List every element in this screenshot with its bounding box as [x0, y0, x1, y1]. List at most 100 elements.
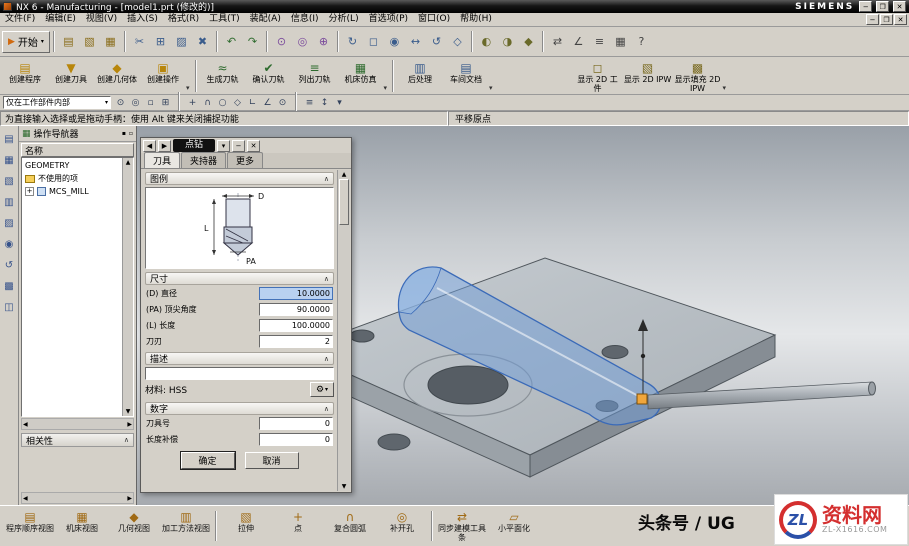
tree-row-geometry[interactable]: GEOMETRY	[22, 159, 122, 172]
select-face-icon[interactable]: ◎	[128, 96, 143, 110]
menu-item[interactable]: 插入(S)	[122, 13, 163, 26]
point-button[interactable]: + 点	[272, 509, 324, 533]
wireframe-display-icon[interactable]: ◆	[518, 31, 539, 52]
menu-item[interactable]: 分析(L)	[324, 13, 364, 26]
paste-icon[interactable]: ▨	[171, 31, 192, 52]
undock-icon[interactable]: ▫	[129, 130, 133, 137]
arrow-midpoint-dot[interactable]	[641, 354, 645, 358]
snap-corner-icon[interactable]: ∟	[245, 96, 260, 110]
collapse-icon[interactable]: ∧	[324, 275, 329, 283]
numbers-section-header[interactable]: 数字 ∧	[145, 402, 334, 415]
redo-icon[interactable]: ↷	[242, 31, 263, 52]
snap-quadrant-icon[interactable]: ◇	[230, 96, 245, 110]
dependencies-scrollbar[interactable]: ◀ ▶	[21, 492, 134, 504]
tree-vertical-scrollbar[interactable]: ▲ ▼	[122, 158, 133, 416]
refresh-icon[interactable]: ↻	[342, 31, 363, 52]
tab-tool[interactable]: 刀具	[144, 152, 180, 168]
dialog-back-icon[interactable]: ◀	[143, 140, 156, 152]
class-selection-icon[interactable]: ◎	[292, 31, 313, 52]
part-navigator-icon[interactable]: ▧	[2, 174, 17, 188]
collapse-icon[interactable]: ∧	[324, 355, 329, 363]
generate-toolpath-button[interactable]: ≈ 生成刀轨	[200, 58, 246, 94]
description-section-header[interactable]: 描述 ∧	[145, 352, 334, 365]
legend-section-header[interactable]: 图例 ∧	[145, 172, 334, 185]
sync-modeling-toolbar-button[interactable]: ⇄ 同步建模工具条	[436, 509, 488, 542]
expand-plus-icon[interactable]: +	[25, 187, 34, 196]
toolbar-options-icon[interactable]: ▾	[723, 84, 729, 94]
drag-handle-orange[interactable]	[637, 394, 647, 404]
plate-hole[interactable]	[602, 346, 628, 359]
scroll-left-icon[interactable]: ◀	[23, 495, 28, 502]
collapse-icon[interactable]: ∧	[324, 175, 329, 183]
pin-icon[interactable]: ▪	[122, 130, 126, 137]
show-filled-2d-ipw-button[interactable]: ▩ 显示填充 2D IPW	[673, 58, 723, 94]
more-options-icon[interactable]: ▾	[332, 96, 347, 110]
dialog-scrollbar[interactable]: ▲ ▼	[337, 170, 350, 491]
scroll-down-icon[interactable]: ▼	[126, 408, 131, 415]
select-body-icon[interactable]: ⊞	[158, 96, 173, 110]
dimensions-section-header[interactable]: 尺寸 ∧	[145, 272, 334, 285]
cut-icon[interactable]: ✂	[129, 31, 150, 52]
show-2d-workpiece-button[interactable]: ◻ 显示 2D 工件	[573, 58, 623, 94]
geometry-view-button[interactable]: ◆ 几何视图	[108, 509, 160, 533]
pan-icon[interactable]: ↔	[405, 31, 426, 52]
menu-item[interactable]: 工具(T)	[204, 13, 245, 26]
constraint-navigator-icon[interactable]: ▦	[2, 153, 17, 167]
new-icon[interactable]: ▤	[58, 31, 79, 52]
doc-restore-button[interactable]: ❐	[880, 14, 893, 25]
flutes-input[interactable]	[259, 335, 333, 348]
measure-angle-icon[interactable]: ∠	[568, 31, 589, 52]
dialog-minimize-icon[interactable]: −	[232, 140, 245, 152]
machine-tool-view-button[interactable]: ▦ 机床视图	[56, 509, 108, 533]
shaded-display-icon[interactable]: ◐	[476, 31, 497, 52]
save-icon[interactable]: ▦	[100, 31, 121, 52]
reuse-library-icon[interactable]: ▨	[2, 216, 17, 230]
doc-minimize-button[interactable]: −	[866, 14, 879, 25]
machining-method-view-button[interactable]: ▥ 加工方法视图	[160, 509, 212, 533]
roles-icon[interactable]: ◫	[2, 300, 17, 314]
copy-icon[interactable]: ⊞	[150, 31, 171, 52]
extrude-button[interactable]: ▧ 拉伸	[220, 509, 272, 533]
plate-hole[interactable]	[378, 434, 410, 450]
create-tool-button[interactable]: ▼ 创建刀具	[48, 58, 94, 94]
select-any-icon[interactable]: ⊙	[113, 96, 128, 110]
snap-center-icon[interactable]: ⊙	[275, 96, 290, 110]
delete-icon[interactable]: ✖	[192, 31, 213, 52]
menu-item[interactable]: 编辑(E)	[40, 13, 81, 26]
scroll-left-icon[interactable]: ◀	[23, 421, 28, 428]
toolbar-options-icon[interactable]: ▾	[384, 84, 390, 94]
program-order-view-button[interactable]: ▤ 程序顺序视图	[4, 509, 56, 533]
toolbar-options-icon[interactable]: ▾	[186, 84, 192, 94]
layer-settings-icon[interactable]: ≡	[589, 31, 610, 52]
create-geometry-button[interactable]: ◆ 创建几何体	[94, 58, 140, 94]
menu-item[interactable]: 视图(V)	[81, 13, 122, 26]
history-icon[interactable]: ↺	[2, 258, 17, 272]
snap-angle-icon[interactable]: ∠	[260, 96, 275, 110]
description-input[interactable]	[145, 367, 334, 380]
materials-icon[interactable]: ▩	[2, 279, 17, 293]
center-bore-hole[interactable]	[428, 366, 508, 404]
close-button[interactable]: ✕	[893, 1, 906, 12]
minimize-button[interactable]: −	[859, 1, 872, 12]
studio-display-icon[interactable]: ◑	[497, 31, 518, 52]
verify-toolpath-button[interactable]: ✔ 确认刀轨	[246, 58, 292, 94]
create-operation-button[interactable]: ▣ 创建操作	[140, 58, 186, 94]
rotate-view-icon[interactable]: ↺	[426, 31, 447, 52]
open-icon[interactable]: ▧	[79, 31, 100, 52]
scroll-right-icon[interactable]: ▶	[127, 495, 132, 502]
tip-angle-input[interactable]	[259, 303, 333, 316]
fit-view-icon[interactable]: ◻	[363, 31, 384, 52]
tree-horizontal-scrollbar[interactable]: ◀ ▶	[21, 418, 134, 430]
snap-circle-icon[interactable]: ○	[215, 96, 230, 110]
scroll-right-icon[interactable]: ▶	[127, 421, 132, 428]
web-browser-icon[interactable]: ◉	[2, 237, 17, 251]
patch-opening-button[interactable]: ◎ 补开孔	[376, 509, 428, 533]
collapse-icon[interactable]: ∧	[324, 405, 329, 413]
snap-point-icon[interactable]: ⊕	[313, 31, 334, 52]
menu-item[interactable]: 帮助(H)	[455, 13, 497, 26]
length-compensation-input[interactable]	[259, 433, 333, 446]
restore-button[interactable]: ❐	[876, 1, 889, 12]
list-options-icon[interactable]: ≡	[302, 96, 317, 110]
tool-number-input[interactable]	[259, 417, 333, 430]
dialog-menu-icon[interactable]: ▾	[217, 140, 230, 152]
